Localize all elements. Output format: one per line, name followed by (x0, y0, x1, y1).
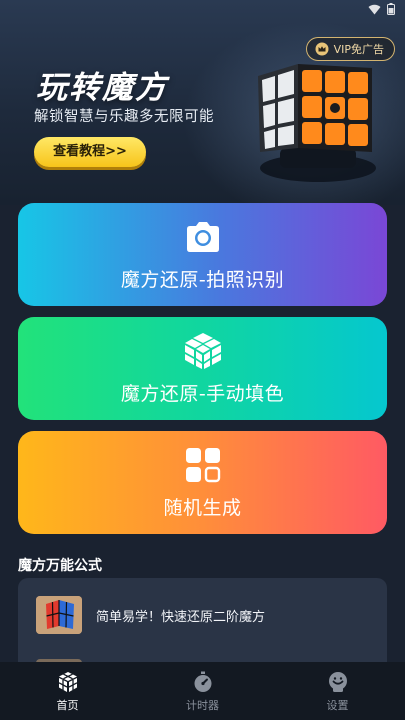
stopwatch-icon (194, 671, 211, 692)
hero-banner: VIP免广告 玩转魔方 解锁智慧与乐趣多无限可能 查看教程>> (0, 0, 405, 205)
view-tutorial-button[interactable]: 查看教程>> (34, 137, 146, 167)
formula-text: 简单易学！快速还原二阶魔方 (96, 609, 266, 625)
formula-thumbnail (36, 596, 82, 634)
card-label: 魔方还原-拍照识别 (120, 269, 285, 291)
status-bar (0, 0, 405, 22)
card-label: 魔方还原-手动填色 (120, 383, 285, 405)
rubiks-cube-illustration (258, 64, 376, 182)
tab-label: 设置 (326, 699, 349, 712)
tab-label: 首页 (56, 699, 79, 712)
cube-icon (184, 333, 221, 369)
cube-icon (58, 672, 77, 692)
settings-icon (328, 672, 347, 692)
card-random-generate[interactable]: 随机生成 (18, 431, 387, 534)
tab-settings[interactable]: 设置 (270, 662, 405, 720)
card-label: 随机生成 (163, 497, 242, 519)
hero-subtitle: 解锁智慧与乐趣多无限可能 (34, 109, 214, 125)
camera-icon (186, 222, 219, 252)
status-icons (368, 3, 395, 15)
battery-icon (387, 3, 395, 15)
section-title-formulas: 魔方万能公式 (18, 558, 102, 574)
bottom-tab-bar: 首页 计时器 设置 (0, 662, 405, 720)
wifi-icon (368, 4, 381, 14)
tab-label: 计时器 (186, 699, 219, 712)
tab-home[interactable]: 首页 (0, 662, 135, 720)
hero-title: 玩转魔方 (36, 70, 168, 106)
cube-thumbnail-icon (36, 596, 82, 634)
card-photo-recognition[interactable]: 魔方还原-拍照识别 (18, 203, 387, 306)
tab-timer[interactable]: 计时器 (135, 662, 270, 720)
list-item[interactable]: 简单易学！快速还原二阶魔方 (36, 595, 366, 635)
card-manual-fill[interactable]: 魔方还原-手动填色 (18, 317, 387, 420)
grid-icon (185, 448, 220, 483)
